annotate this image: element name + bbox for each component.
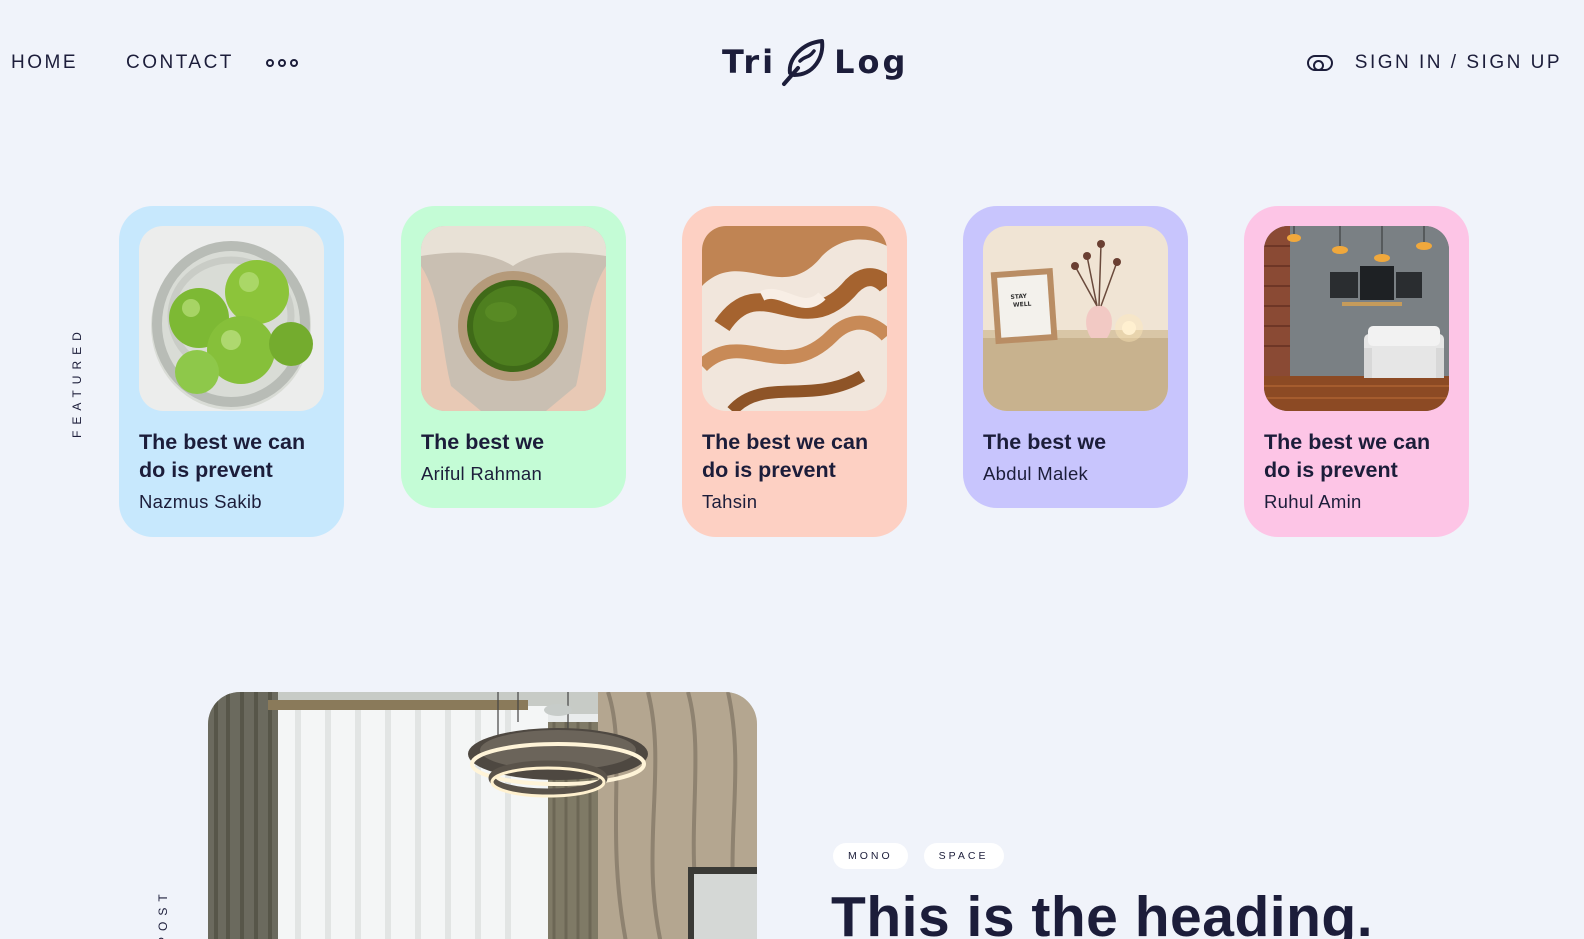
logo-text-left: Tri [722,43,777,81]
tag-mono[interactable]: MONO [833,843,908,869]
site-logo[interactable]: Tri Log [722,36,908,88]
nav-home-link[interactable]: HOME [11,52,78,74]
post-heading[interactable]: This is the heading. [831,884,1373,939]
card-author: Ariful Rahman [421,463,543,484]
post-tags: MONO SPACE [833,843,1004,869]
featured-card[interactable]: The best we Ariful Rahman [401,206,626,508]
card-title: The best we can do is prevent [702,430,869,482]
featured-card[interactable]: The best we can do is prevent Ruhul Amin [1244,206,1469,537]
dot [289,59,298,67]
auth-nav: SIGN IN / SIGN UP [1306,52,1562,74]
feather-icon [782,39,825,86]
card-title: The best we can do is prevent [139,430,306,482]
dot [265,59,274,67]
post-section-label: POST [156,888,170,939]
logo-text-right: Log [834,43,909,81]
site-header: HOME CONTACT Tri Log SIGN IN / SIGN UP [0,0,1584,128]
dot [277,59,286,67]
card-author: Tahsin [702,491,758,512]
theme-toggle-icon[interactable] [1306,55,1333,71]
featured-card[interactable]: The best we can do is prevent Tahsin [682,206,907,537]
featured-card[interactable]: STAY WELL The best we Abdul Malek [963,206,1188,508]
featured-section-label: FEATURED [70,326,84,438]
post-image-interior[interactable] [208,692,757,939]
card-image-letterboard: STAY WELL [983,226,1168,411]
tag-space[interactable]: SPACE [923,843,1004,869]
svg-text:WELL: WELL [1013,301,1032,309]
primary-nav: HOME CONTACT [11,52,298,74]
card-title: The best we can do is prevent [1264,430,1431,482]
card-author: Nazmus Sakib [139,491,262,512]
card-image-apples [139,226,324,411]
sign-in-sign-up-link[interactable]: SIGN IN / SIGN UP [1355,52,1562,74]
card-image-living-room [1264,226,1449,411]
card-author: Ruhul Amin [1264,491,1362,512]
card-image-green-tea [421,226,606,411]
more-dots-icon[interactable] [265,55,298,71]
page: HOME CONTACT Tri Log SIGN IN / SIGN UP F… [0,0,1584,939]
card-title: The best we [421,430,545,454]
card-author: Abdul Malek [983,463,1089,484]
nav-contact-link[interactable]: CONTACT [126,52,234,74]
featured-card[interactable]: The best we can do is prevent Nazmus Sak… [119,206,344,537]
svg-text:STAY: STAY [1010,293,1027,301]
card-title: The best we [983,430,1107,454]
card-image-latte-art [702,226,887,411]
